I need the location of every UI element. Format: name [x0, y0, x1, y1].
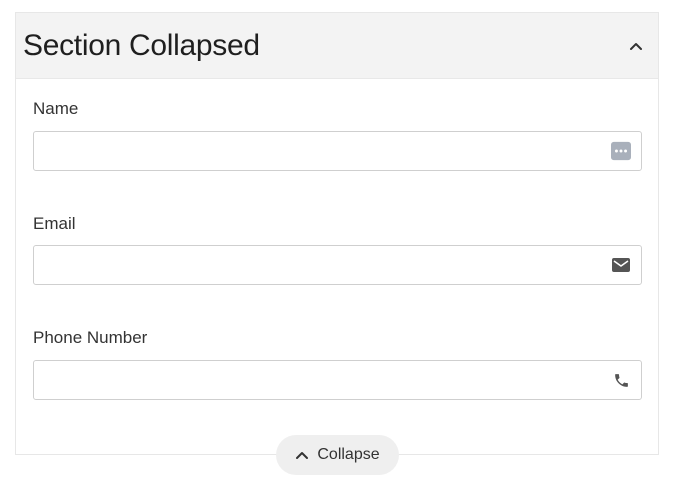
chevron-up-icon [630, 43, 642, 50]
name-field[interactable] [34, 132, 641, 170]
phone-field-container [33, 360, 642, 400]
password-dots-icon[interactable] [611, 141, 631, 161]
email-field-container [33, 245, 642, 285]
phone-label: Phone Number [33, 328, 148, 347]
phone-field[interactable] [34, 361, 641, 399]
name-field-container [33, 131, 642, 171]
collapse-label: Collapse [317, 446, 380, 463]
mail-icon [611, 255, 631, 275]
collapse-button[interactable]: Collapse [276, 435, 399, 475]
section-header[interactable]: Section Collapsed [16, 13, 658, 79]
section-toggle-button[interactable] [624, 34, 648, 58]
email-label: Email [33, 214, 76, 233]
section-title: Section Collapsed [23, 29, 260, 62]
page: Section Collapsed Name Email Phone Numbe… [0, 0, 678, 485]
collapsible-section: Section Collapsed Name Email Phone Numbe… [15, 12, 659, 455]
email-field[interactable] [34, 246, 641, 284]
chevron-up-icon [295, 448, 309, 462]
name-label: Name [33, 99, 79, 118]
phone-icon [611, 370, 631, 390]
